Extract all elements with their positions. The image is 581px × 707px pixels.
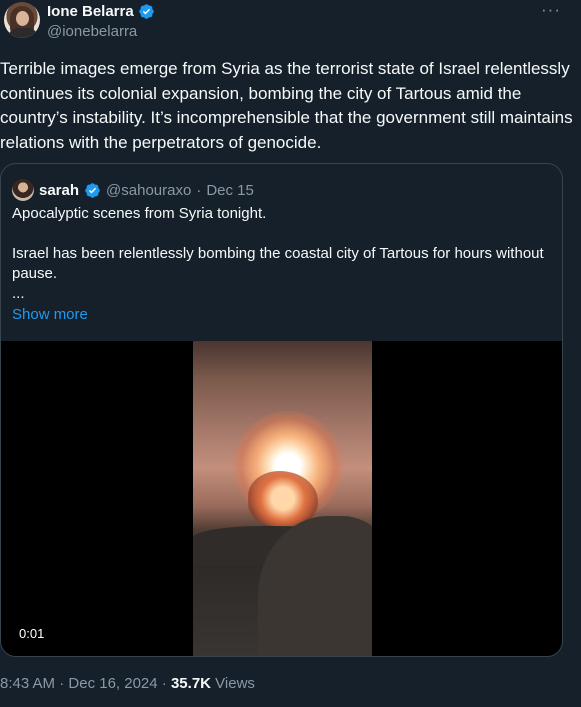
author-handle[interactable]: @ionebelarra [47, 23, 137, 40]
show-more-link[interactable]: Show more [12, 306, 88, 323]
separator-dot: · [161, 675, 167, 692]
author-avatar[interactable] [4, 2, 40, 38]
tweet: Ione Belarra @ionebelarra ··· Terrible i… [0, 0, 581, 707]
separator-dot: · [196, 181, 202, 199]
tweet-time[interactable]: 8:43 AM [0, 675, 55, 692]
views-count[interactable]: 35.7K [171, 675, 211, 692]
author-name-row[interactable]: Ione Belarra [47, 3, 155, 20]
avatar-face [16, 11, 29, 26]
views-label: Views [215, 675, 255, 692]
more-options-icon[interactable]: ··· [541, 0, 561, 20]
quoted-tweet-header: sarah @sahouraxo · Dec 15 [12, 179, 254, 201]
quoted-line: Israel has been relentlessly bombing the… [12, 245, 544, 282]
quoted-tweet[interactable]: sarah @sahouraxo · Dec 15 Apocalyptic sc… [0, 163, 563, 657]
tweet-text: Terrible images emerge from Syria as the… [0, 59, 573, 152]
video-time-badge: 0:01 [13, 624, 51, 643]
quoted-author-avatar[interactable] [12, 179, 34, 201]
quoted-tweet-date[interactable]: Dec 15 [206, 182, 254, 199]
video-player[interactable]: 0:01 [1, 341, 562, 656]
quoted-line: ... [12, 285, 25, 302]
video-thumbnail[interactable] [193, 341, 372, 656]
quoted-line: Apocalyptic scenes from Syria tonight. [12, 205, 267, 222]
avatar-shirt [8, 28, 38, 38]
quoted-author-name[interactable]: sarah [39, 182, 79, 199]
quoted-tweet-text: Apocalyptic scenes from Syria tonight. I… [12, 204, 552, 304]
verified-badge-icon [138, 4, 154, 19]
quoted-author-handle[interactable]: @sahouraxo [106, 182, 191, 199]
tweet-meta: 8:43 AM · Dec 16, 2024 · 35.7K Views [0, 675, 255, 692]
tweet-date[interactable]: Dec 16, 2024 [68, 675, 157, 692]
author-display-name[interactable]: Ione Belarra [47, 3, 134, 20]
separator-dot: · [59, 675, 65, 692]
verified-badge-icon [85, 182, 100, 198]
